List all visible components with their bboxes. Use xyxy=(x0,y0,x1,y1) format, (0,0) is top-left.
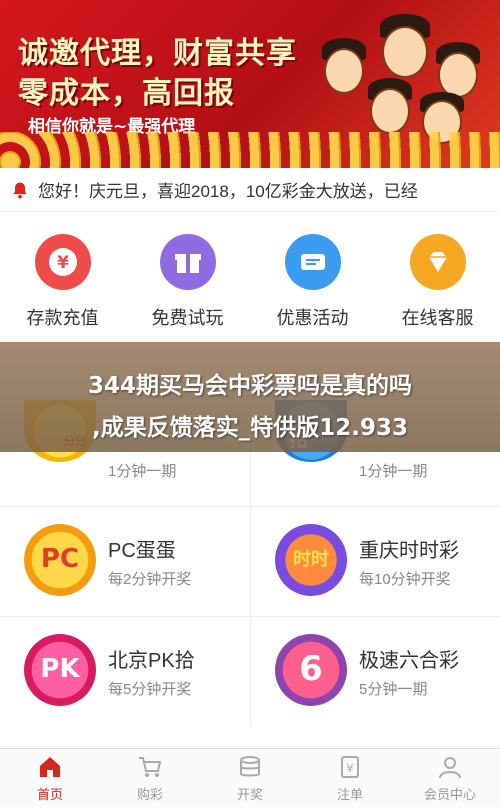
overlay-title-line2: ,成果反馈落实_特供版12.933 xyxy=(92,415,408,441)
home-icon xyxy=(40,756,60,777)
tab-member-center[interactable]: 会员中心 xyxy=(400,749,500,807)
game-item-beijing-pk10[interactable]: PK 北京PK拾 每5分钟开奖 xyxy=(0,616,250,726)
free-trial-button[interactable]: 免费试玩 xyxy=(133,234,243,342)
tab-draw-results[interactable]: 开奖 xyxy=(200,749,300,807)
tab-label: 开奖 xyxy=(236,786,263,802)
game-schedule: 每10分钟开奖 xyxy=(359,571,451,588)
game-name: 极速六合彩 xyxy=(359,650,459,672)
promo-banner[interactable]: 诚邀代理，财富共享 零成本，高回报 相信你就是~最强代理 xyxy=(0,0,500,168)
game-schedule: 每2分钟开奖 xyxy=(108,571,192,588)
game-list: 分分 1分钟一期 拾 1分钟一期 PC PC蛋蛋 每2分钟开奖 时时 重庆时时彩… xyxy=(0,400,500,748)
deposit-label: 存款充值 xyxy=(26,308,99,328)
ticket-icon xyxy=(284,234,341,290)
banner-subheadline: 零成本，高回报 xyxy=(18,76,235,111)
game-icon-shishi: 时时 xyxy=(275,524,347,596)
game-schedule: 1分钟一期 xyxy=(359,463,428,480)
game-item-jisu-liuhecai[interactable]: 6 极速六合彩 5分钟一期 xyxy=(250,616,500,726)
game-schedule: 5分钟一期 xyxy=(359,681,428,698)
gift-icon xyxy=(159,234,216,290)
banner-coins-decoration xyxy=(0,132,500,168)
quick-actions: ¥ 存款充值 免费试玩 优惠活动 在线客服 xyxy=(0,212,500,342)
title-overlay: 344期买马会中彩票吗是真的吗 ,成果反馈落实_特供版12.933 xyxy=(0,342,500,452)
receipt-icon: ¥ xyxy=(341,755,359,778)
diamond-icon xyxy=(409,234,466,290)
customer-service-button[interactable]: 在线客服 xyxy=(383,234,493,342)
customer-service-label: 在线客服 xyxy=(401,308,474,328)
user-icon xyxy=(439,756,461,778)
coins-stack-icon xyxy=(240,755,260,776)
game-item-chongqing-ssc[interactable]: 时时 重庆时时彩 每10分钟开奖 xyxy=(250,506,500,616)
tab-orders[interactable]: ¥ 注单 xyxy=(300,749,400,807)
game-schedule: 1分钟一期 xyxy=(108,463,177,480)
game-icon-pk: PK xyxy=(24,634,96,706)
game-badge-pk: PK xyxy=(40,654,80,684)
overlay-title-line1: 344期买马会中彩票吗是真的吗 xyxy=(87,373,412,399)
deposit-button[interactable]: ¥ 存款充值 xyxy=(8,234,118,342)
yen-icon: ¥ xyxy=(34,234,91,290)
svg-text:¥: ¥ xyxy=(57,253,69,273)
tab-label: 注单 xyxy=(336,786,363,802)
tab-label: 会员中心 xyxy=(423,786,476,802)
tab-label: 购彩 xyxy=(136,786,163,802)
game-schedule: 每5分钟开奖 xyxy=(108,681,192,698)
notice-bar[interactable]: 您好！庆元旦，喜迎2018，10亿彩金大放送，已经 xyxy=(0,168,500,212)
game-item-pc-dandan[interactable]: PC PC蛋蛋 每2分钟开奖 xyxy=(0,506,250,616)
banner-headline: 诚邀代理，财富共享 xyxy=(18,36,297,71)
game-badge-six: 6 xyxy=(299,649,323,689)
game-badge-pc: PC xyxy=(40,544,80,574)
promotions-label: 优惠活动 xyxy=(276,308,349,328)
game-icon-six: 6 xyxy=(275,634,347,706)
game-badge-shishi: 时时 xyxy=(293,549,329,570)
notice-text: 您好！庆元旦，喜迎2018，10亿彩金大放送，已经 xyxy=(38,182,418,201)
tab-buy-lottery[interactable]: 购彩 xyxy=(100,749,200,807)
game-name: PC蛋蛋 xyxy=(108,540,176,562)
game-name: 北京PK拾 xyxy=(108,650,195,672)
tab-label: 首页 xyxy=(36,786,63,802)
promotions-button[interactable]: 优惠活动 xyxy=(258,234,368,342)
svg-text:¥: ¥ xyxy=(347,762,354,775)
bottom-tab-bar: 首页 购彩 开奖 ¥ 注单 会员中心 xyxy=(0,748,500,807)
game-name: 重庆时时彩 xyxy=(359,540,459,562)
free-trial-label: 免费试玩 xyxy=(151,308,224,328)
cart-icon xyxy=(139,756,162,777)
tab-home[interactable]: 首页 xyxy=(0,749,100,807)
game-icon-pc: PC xyxy=(24,524,96,596)
bell-icon xyxy=(13,182,27,198)
